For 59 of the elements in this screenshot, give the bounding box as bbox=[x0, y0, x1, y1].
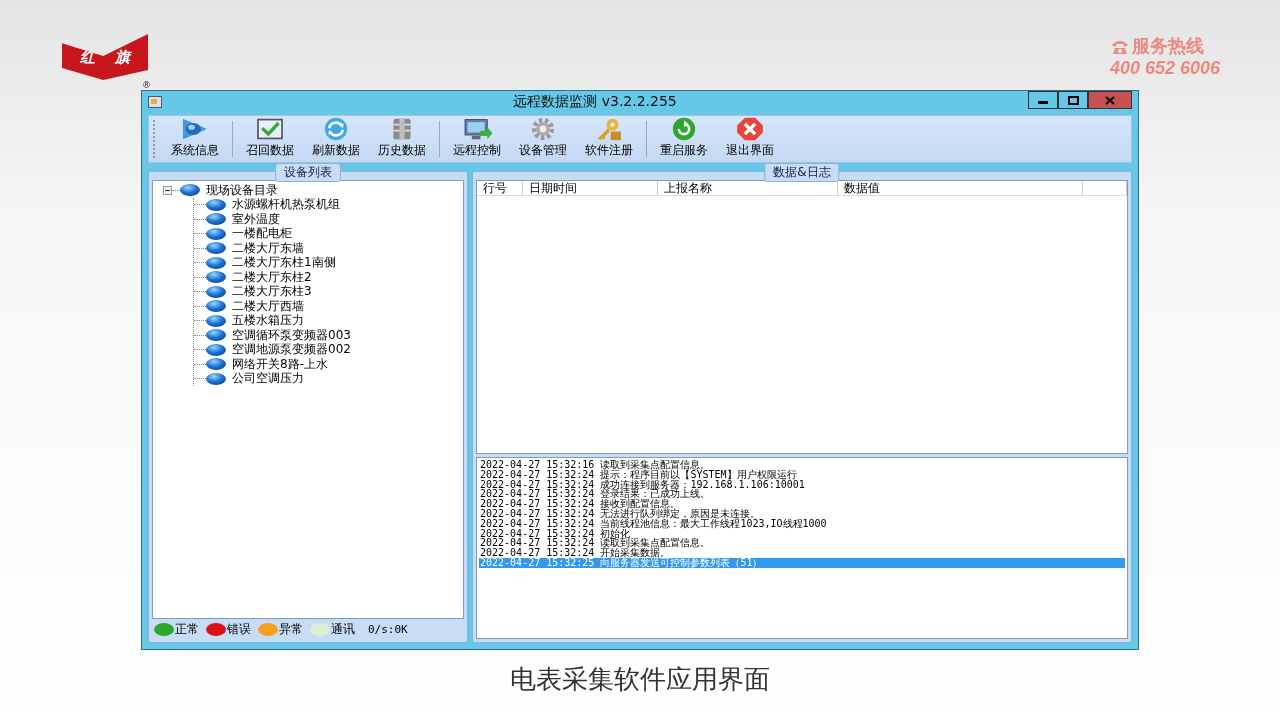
tree-item[interactable]: 公司空调压力 bbox=[231, 370, 305, 388]
log-line[interactable]: 2022-04-27 15:32:24 提示：程序目前以【SYSTEM】用户权限运行 bbox=[479, 469, 1125, 480]
log-line[interactable]: 2022-04-27 15:32:24 当前线程池信息：最大工作线程1023,IO线程1000 bbox=[479, 518, 1125, 529]
minimize-button[interactable] bbox=[1028, 91, 1058, 109]
column-header[interactable]: 数据值 bbox=[838, 181, 1083, 195]
toolbar-button[interactable]: 历史数据 bbox=[369, 117, 435, 161]
toolbar-button[interactable]: 刷新数据 bbox=[303, 117, 369, 161]
toolbar-button[interactable]: 重启服务 bbox=[651, 117, 717, 161]
log-line[interactable]: 2022-04-27 15:32:24 登录结果：已成功上线。 bbox=[479, 489, 1125, 500]
toolbar-button[interactable]: 系统信息 bbox=[162, 117, 228, 161]
log-line[interactable]: 2022-04-27 15:32:24 无法进行队列绑定，原因是未连接。 bbox=[479, 509, 1125, 519]
column-header[interactable]: 日期时间 bbox=[523, 181, 658, 195]
maximize-icon bbox=[1067, 95, 1079, 105]
node-icon bbox=[180, 184, 200, 197]
maximize-button[interactable] bbox=[1058, 91, 1088, 109]
app-icon bbox=[148, 96, 162, 108]
tree-item[interactable]: 现场设备目录 bbox=[205, 181, 279, 199]
node-icon bbox=[206, 314, 226, 327]
node-icon bbox=[206, 227, 226, 240]
column-header[interactable]: 上报名称 bbox=[658, 181, 838, 195]
logo-character: 旗 bbox=[115, 47, 130, 67]
legend-label: 错误 bbox=[227, 620, 251, 638]
toolbar-button[interactable]: 设备管理 bbox=[510, 117, 576, 161]
log-line[interactable]: 2022-04-27 15:32:24 初始化 bbox=[479, 528, 1125, 539]
hotline-label: 服务热线 bbox=[1131, 34, 1204, 58]
slide-caption: 电表采集软件应用界面 bbox=[510, 664, 770, 694]
node-icon bbox=[206, 198, 226, 211]
node-icon bbox=[206, 285, 226, 298]
legend-label: 正常 bbox=[175, 620, 199, 638]
node-icon bbox=[206, 242, 226, 255]
registered-mark: ® bbox=[142, 80, 151, 90]
log-line[interactable]: 2022-04-27 15:32:24 开始采集数据。 bbox=[479, 548, 1125, 558]
toolbar-button[interactable]: 软件注册 bbox=[576, 117, 642, 161]
node-icon bbox=[206, 343, 226, 356]
node-icon bbox=[206, 300, 226, 313]
toolbar-button[interactable]: 远程控制 bbox=[444, 117, 510, 161]
close-icon bbox=[1105, 95, 1115, 105]
node-icon bbox=[206, 329, 226, 342]
node-icon bbox=[206, 358, 226, 371]
collapse-toggle[interactable] bbox=[163, 185, 172, 195]
toolbar-button[interactable]: 退出界面 bbox=[717, 117, 783, 161]
node-icon bbox=[206, 372, 226, 385]
legend-label: 异常 bbox=[279, 620, 303, 638]
panel-title: 数据&日志 bbox=[764, 163, 840, 182]
toolbar-button[interactable]: 召回数据 bbox=[237, 117, 303, 161]
window-title: 远程数据监测 v3.2.2.255 bbox=[512, 93, 678, 111]
legend-label: 通讯 bbox=[331, 620, 355, 638]
log-line[interactable]: 2022-04-27 15:32:24 接收到配置信息。 bbox=[479, 499, 1125, 509]
node-icon bbox=[206, 271, 226, 284]
log-line[interactable]: 2022-04-27 15:32:16 读取到采集点配置信息。 bbox=[479, 460, 1125, 470]
node-icon bbox=[206, 213, 226, 226]
node-icon bbox=[206, 256, 226, 269]
close-button[interactable] bbox=[1088, 91, 1132, 109]
panel-title: 设备列表 bbox=[275, 163, 341, 182]
rate-text: 0/s:0K bbox=[368, 622, 408, 636]
log-line[interactable]: 2022-04-27 15:32:24 成功连接到服务器：192.168.1.106:10001 bbox=[479, 479, 1125, 490]
log-line[interactable]: 2022-04-27 15:32:24 读取到采集点配置信息。 bbox=[479, 538, 1125, 549]
column-header[interactable]: 行号 bbox=[477, 181, 523, 195]
hotline-number: 400 652 6006 bbox=[1109, 58, 1220, 79]
